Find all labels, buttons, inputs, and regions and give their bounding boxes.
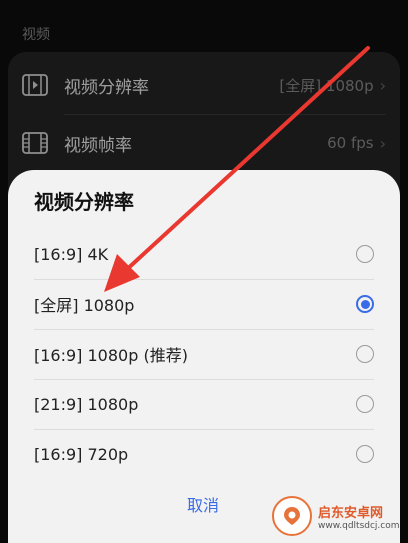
option-16-9-1080p-recommended[interactable]: [16:9] 1080p (推荐) (8, 329, 400, 379)
option-16-9-4k[interactable]: [16:9] 4K (8, 229, 400, 279)
watermark-title: 启东安卓网 (318, 505, 384, 521)
option-fullscreen-1080p[interactable]: [全屏] 1080p (8, 279, 400, 329)
option-label: [16:9] 720p (34, 444, 129, 464)
option-label: [16:9] 1080p (推荐) (34, 346, 188, 365)
option-label: [21:9] 1080p (34, 394, 139, 414)
radio-unchecked-icon[interactable] (356, 445, 374, 463)
watermark-url: www.qdltsdcj.com (318, 520, 400, 531)
option-label: [全屏] 1080p (34, 296, 135, 315)
dialog-title: 视频分辨率 (34, 190, 134, 214)
option-16-9-720p[interactable]: [16:9] 720p (8, 429, 400, 479)
cancel-button[interactable]: 取消 (168, 492, 238, 516)
option-21-9-1080p[interactable]: [21:9] 1080p (8, 379, 400, 429)
radio-dot (360, 299, 370, 309)
radio-checked-icon[interactable] (356, 295, 374, 313)
radio-unchecked-icon[interactable] (356, 395, 374, 413)
resolution-bottom-sheet: 视频分辨率 [16:9] 4K [全屏] 1080p [16:9] 1080p … (8, 170, 400, 543)
radio-unchecked-icon[interactable] (356, 345, 374, 363)
watermark: 启东安卓网 www.qdltsdcj.com (272, 493, 402, 539)
radio-unchecked-icon[interactable] (356, 245, 374, 263)
watermark-text: 启东安卓网 www.qdltsdcj.com (318, 502, 400, 531)
option-label: [16:9] 4K (34, 244, 109, 264)
watermark-logo-icon (272, 496, 312, 536)
